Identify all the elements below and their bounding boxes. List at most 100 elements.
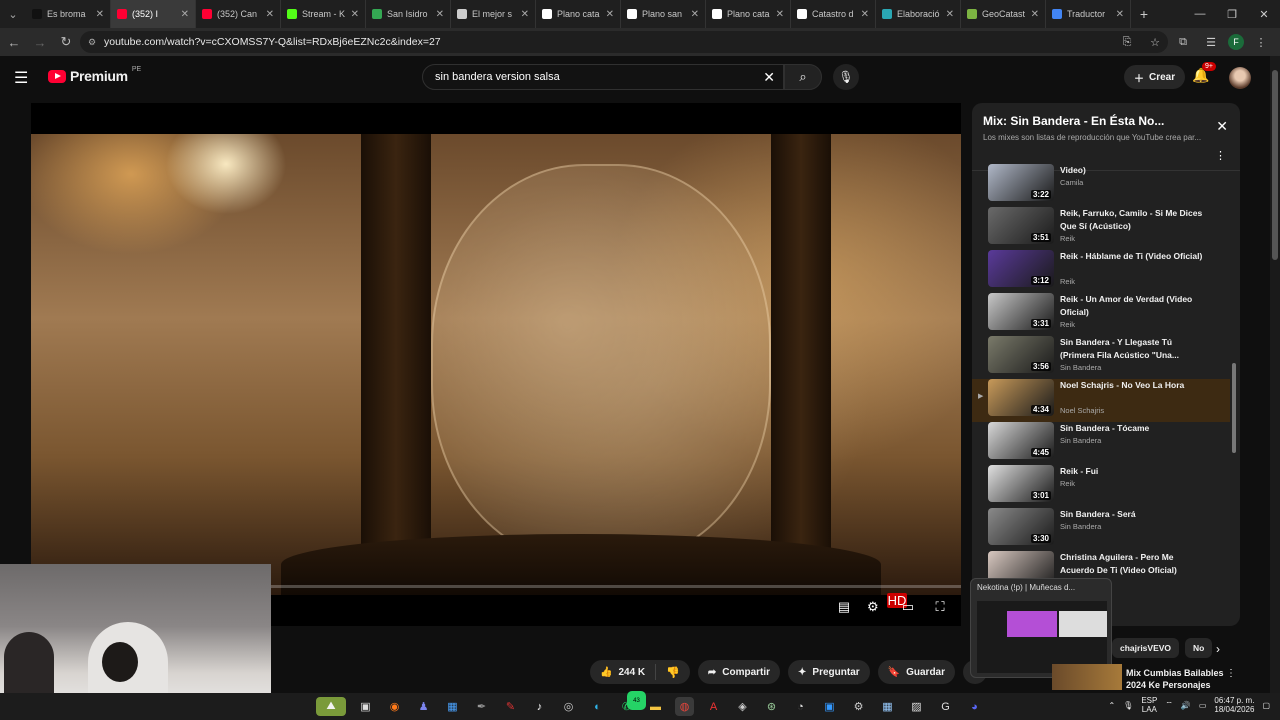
chips-next-icon[interactable]: ›	[1216, 642, 1220, 656]
tiktok-icon[interactable]: ♪	[530, 697, 549, 716]
save-button[interactable]: 🔖 Guardar	[877, 660, 956, 684]
browser-tab[interactable]: Plano cata ✕	[536, 0, 621, 28]
microphone-icon[interactable]: 🎙	[833, 64, 859, 90]
browser-tab[interactable]: San Isidro ✕	[366, 0, 451, 28]
playlist-menu-icon[interactable]: ⋮	[1215, 149, 1226, 162]
hamburger-menu-icon[interactable]: ☰	[14, 68, 34, 88]
settings-gear-icon[interactable]: ⚙ HD	[867, 593, 908, 615]
app-blue-icon[interactable]: ▣	[820, 697, 839, 716]
close-playlist-icon[interactable]: ✕	[1216, 118, 1228, 135]
filter-chip[interactable]: chajrisVEVO	[1112, 638, 1180, 658]
browser-tab[interactable]: Catastro d ✕	[791, 0, 876, 28]
reading-list-icon[interactable]: ☰	[1200, 31, 1222, 53]
chrome-icon[interactable]: ◍	[675, 697, 694, 716]
user-avatar[interactable]	[1229, 67, 1251, 89]
widgets-icon[interactable]: ⛰	[316, 697, 346, 716]
playlist-item[interactable]: 3:01 Reik - Fui Reik	[972, 465, 1230, 508]
bookmark-star-icon[interactable]: ☆	[1144, 31, 1166, 53]
notifications-icon[interactable]: ▢	[1262, 701, 1270, 710]
dislike-button[interactable]: 👎	[656, 666, 690, 679]
tray-chevron-icon[interactable]: ⌃	[1108, 701, 1115, 710]
app-image-icon[interactable]: ▨	[907, 697, 926, 716]
playlist-item[interactable]: 3:30 Sin Bandera - Será Sin Bandera	[972, 508, 1230, 551]
share-button[interactable]: ➦ Compartir	[697, 660, 781, 684]
reload-icon[interactable]: ↻	[54, 30, 78, 54]
app-gray-icon[interactable]: ◈	[733, 697, 752, 716]
search-icon[interactable]: ⌕	[784, 64, 822, 90]
battery-icon[interactable]: ▭	[1199, 701, 1207, 710]
whatsapp-icon[interactable]: ✆43	[617, 691, 646, 716]
back-icon[interactable]: ←	[2, 30, 26, 54]
browser-tab[interactable]: El mejor s ✕	[451, 0, 536, 28]
browser-tab[interactable]: (352) Can ✕	[196, 0, 281, 28]
playlist-item[interactable]: 3:31 Reik - Un Amor de Verdad (Video Ofic…	[972, 293, 1230, 336]
clear-search-icon[interactable]: ✕	[763, 69, 775, 86]
app-green-icon[interactable]: ⊛	[762, 697, 781, 716]
theater-mode-icon[interactable]: ▭	[899, 599, 917, 615]
wifi-icon[interactable]: ⌔	[1165, 700, 1173, 710]
filter-chip[interactable]: No	[1185, 638, 1213, 658]
tab-close-icon[interactable]: ✕	[181, 9, 189, 20]
address-bar[interactable]: ⚙ youtube.com/watch?v=cCXOMSS7Y-Q&list=R…	[80, 31, 1168, 53]
video-player[interactable]: ▤ ⚙ HD ▭ ⛶	[31, 103, 961, 626]
page-scroll-thumb[interactable]	[1272, 70, 1278, 260]
tab-close-icon[interactable]: ✕	[96, 9, 104, 20]
site-info-icon[interactable]: ⚙	[88, 37, 96, 48]
teams-icon[interactable]: ♟	[414, 697, 433, 716]
file-explorer-icon[interactable]: ▣	[356, 697, 375, 716]
tab-close-icon[interactable]: ✕	[1031, 9, 1039, 20]
subtitles-icon[interactable]: ▤	[835, 599, 853, 615]
playlist-item[interactable]: 3:51 Reik, Farruko, Camilo - Si Me Dices …	[972, 207, 1230, 250]
tab-close-icon[interactable]: ✕	[946, 9, 954, 20]
firefox-icon[interactable]: ◉	[385, 697, 404, 716]
browser-tab[interactable]: Stream - K ✕	[281, 0, 366, 28]
browser-tab[interactable]: Plano san ✕	[621, 0, 706, 28]
tab-close-icon[interactable]: ✕	[776, 9, 784, 20]
tab-search-chevron-icon[interactable]: ⌄	[0, 0, 26, 28]
playlist-item[interactable]: 3:22 Video) Camila	[972, 164, 1230, 207]
browser-tab[interactable]: Traductor ✕	[1046, 0, 1131, 28]
extensions-icon[interactable]: ⧉	[1172, 31, 1194, 53]
maximize-icon[interactable]: ❐	[1216, 0, 1248, 28]
system-clock[interactable]: 06:47 p. m. 18/04/2026	[1214, 696, 1254, 714]
discord-icon[interactable]: ◕	[965, 697, 984, 716]
settings-icon[interactable]: ⚙	[849, 697, 868, 716]
app-chart-icon[interactable]: ◔	[791, 697, 810, 716]
folder-icon[interactable]: ▬	[646, 697, 665, 716]
playlist-item[interactable]: 3:56 Sin Bandera - Y Llegaste Tú (Primera…	[972, 336, 1230, 379]
youtube-logo[interactable]: Premium PE	[48, 66, 141, 84]
browser-tab[interactable]: Es broma ✕	[26, 0, 111, 28]
app-grid-icon[interactable]: ▦	[878, 697, 897, 716]
tab-close-icon[interactable]: ✕	[606, 9, 614, 20]
playlist-item[interactable]: 4:45 Sin Bandera - Tócame Sin Bandera	[972, 422, 1230, 465]
forward-icon[interactable]: →	[28, 30, 52, 54]
app-g-icon[interactable]: G	[936, 697, 955, 716]
playlist-scrollbar[interactable]	[1232, 177, 1236, 619]
page-scrollbar[interactable]	[1270, 56, 1280, 693]
browser-tab[interactable]: (352) I ✕	[111, 0, 196, 28]
tray-mic-icon[interactable]: 🎙	[1123, 701, 1133, 710]
tab-close-icon[interactable]: ✕	[436, 9, 444, 20]
tab-close-icon[interactable]: ✕	[521, 9, 529, 20]
close-window-icon[interactable]: ✕	[1248, 0, 1280, 28]
create-button[interactable]: ＋ Crear	[1124, 65, 1186, 89]
pen-icon[interactable]: ✒	[472, 697, 491, 716]
profile-avatar[interactable]: F	[1228, 34, 1244, 50]
browser-tab[interactable]: Elaboració ✕	[876, 0, 961, 28]
steam-icon[interactable]: ◎	[559, 697, 578, 716]
acrobat-icon[interactable]: A	[704, 697, 723, 716]
playlist-title[interactable]: Mix: Sin Bandera - En Ésta No...	[983, 114, 1164, 128]
store-icon[interactable]: ▦	[443, 697, 462, 716]
playlist-item[interactable]: ▶ 4:34 Noel Schajris - No Veo La Hora Noel …	[972, 379, 1230, 422]
browser-menu-icon[interactable]: ⋮	[1250, 31, 1272, 53]
tab-close-icon[interactable]: ✕	[266, 9, 274, 20]
like-button[interactable]: 👍 244 K	[590, 664, 657, 680]
install-app-icon[interactable]: ⎘	[1116, 31, 1138, 53]
tab-close-icon[interactable]: ✕	[351, 9, 359, 20]
notifications-bell-icon[interactable]: 🔔 9+	[1192, 62, 1216, 84]
playlist-item[interactable]: 3:12 Reik - Háblame de Ti (Video Oficial)…	[972, 250, 1230, 293]
taskbar-preview-popup[interactable]: Nekotina (!p) | Muñecas d...	[970, 578, 1112, 678]
recommended-video[interactable]: Mix Cumbias Bailables 2024 Ke Personajes…	[1052, 664, 1252, 702]
volume-icon[interactable]: 🔊	[1181, 701, 1191, 710]
language-indicator[interactable]: ESP LAA	[1141, 696, 1157, 714]
